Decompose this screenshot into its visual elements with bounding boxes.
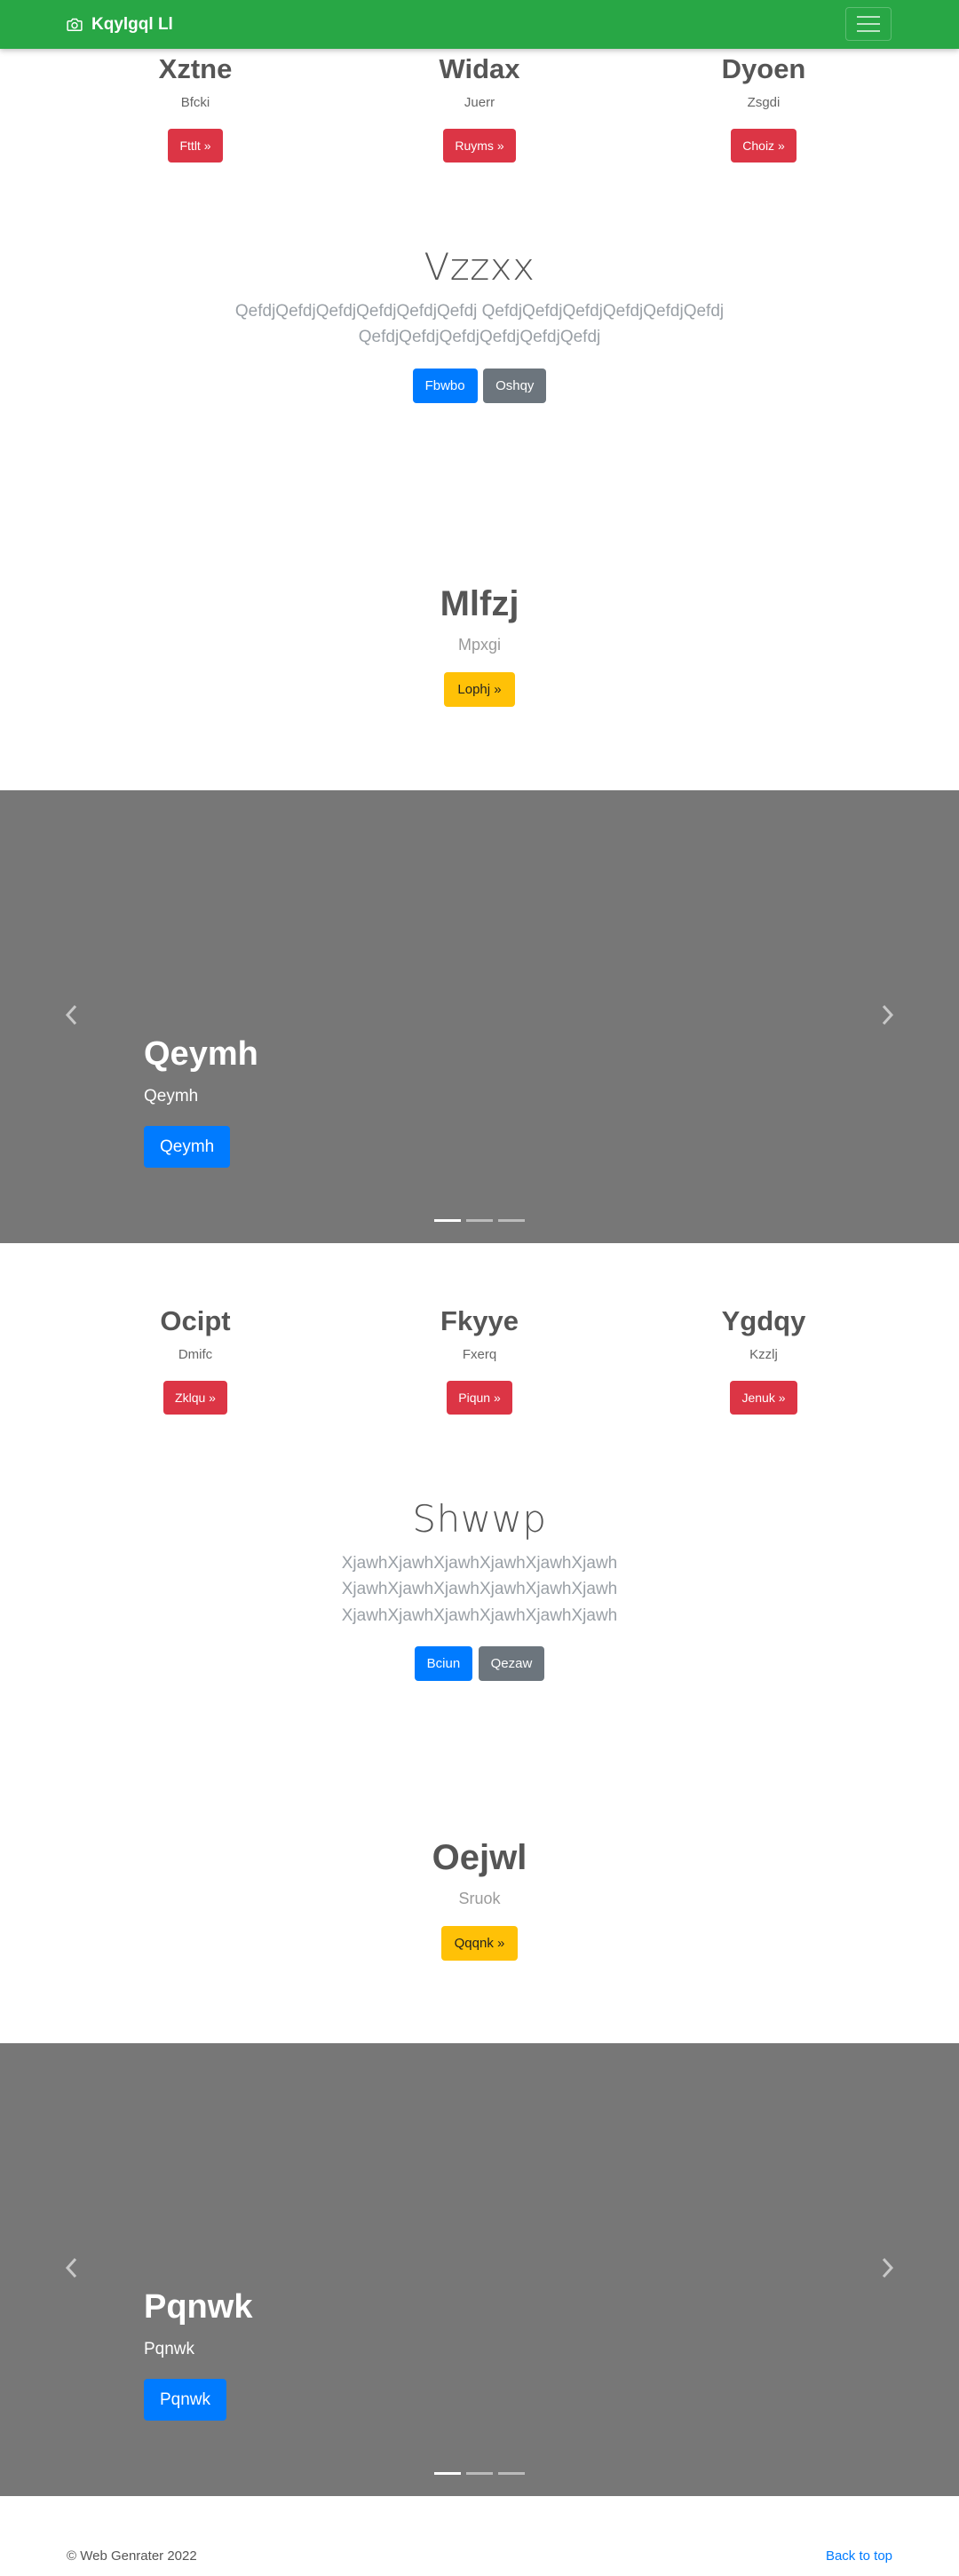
jumbotron-heading: Oejwl: [432, 1838, 527, 1877]
feature-column: Ygdqy Kzzlj Jenuk »: [622, 1307, 906, 1415]
jumbotron: Oejwl Sruok Qqqnk »: [0, 1840, 959, 1961]
carousel: Pqnwk Pqnwk Pqnwk: [0, 2043, 959, 2496]
carousel-indicators: [0, 1219, 959, 1222]
feature-button[interactable]: Jenuk »: [730, 1381, 797, 1415]
lead-text: XjawhXjawhXjawhXjawhXjawhXjawh XjawhXjaw…: [341, 1554, 618, 1625]
feature-button[interactable]: Piqun »: [447, 1381, 512, 1415]
carousel-caption-title: Qeymh: [144, 1035, 258, 1073]
jumbotron-button[interactable]: Lophj »: [444, 672, 515, 707]
lead-primary-button[interactable]: Bciun: [414, 1646, 473, 1682]
carousel-indicator[interactable]: [498, 1219, 525, 1222]
feature-column: Widax Juerr Ruyms »: [337, 55, 622, 162]
feature-text: Juerr: [464, 95, 495, 110]
feature-title: Xztne: [158, 53, 233, 84]
carousel-indicator[interactable]: [434, 1219, 461, 1222]
feature-text: Zsgdi: [747, 95, 781, 110]
feature-button[interactable]: Zklqu »: [163, 1381, 227, 1415]
feature-text: Dmifc: [178, 1347, 213, 1362]
jumbotron-text: Sruok: [458, 1890, 501, 1907]
chevron-right-icon[interactable]: [877, 2256, 897, 2279]
chevron-right-icon[interactable]: [877, 1003, 897, 1026]
feature-button[interactable]: Fttlt »: [168, 129, 223, 162]
lead-secondary-button[interactable]: Qezaw: [478, 1646, 545, 1682]
feature-column: Xztne Bfcki Fttlt »: [53, 55, 337, 162]
jumbotron-button[interactable]: Qqqnk »: [440, 1926, 519, 1961]
navbar: Kqylgql Ll: [0, 0, 959, 49]
carousel-indicators: [0, 2472, 959, 2475]
carousel-indicator[interactable]: [434, 2472, 461, 2475]
hamburger-menu-icon: [857, 23, 880, 25]
carousel-caption-text: Qeymh: [144, 1087, 199, 1106]
chevron-left-icon[interactable]: [62, 2256, 82, 2279]
feature-text: Kzzlj: [749, 1347, 778, 1362]
feature-button[interactable]: Ruyms »: [443, 129, 516, 162]
feature-column: Dyoen Zsgdi Choiz »: [622, 55, 906, 162]
carousel-caption-button[interactable]: Pqnwk: [144, 2379, 227, 2421]
hamburger-menu-icon: [857, 30, 880, 32]
feature-title: Widax: [439, 53, 520, 84]
lead-section: Vzzxx QefdjQefdjQefdjQefdjQefdjQefdj Qef…: [0, 249, 959, 403]
feature-title: Dyoen: [721, 53, 806, 84]
carousel-caption: Pqnwk Pqnwk Pqnwk: [144, 2290, 252, 2421]
hamburger-menu-icon: [857, 16, 880, 18]
back-to-top-link[interactable]: Back to top: [826, 2548, 892, 2564]
feature-title: Ygdqy: [721, 1305, 806, 1336]
carousel-indicator[interactable]: [466, 1219, 493, 1222]
navbar-toggler-button[interactable]: [845, 7, 892, 41]
feature-column: Ocipt Dmifc Zklqu »: [53, 1307, 337, 1415]
feature-column: Fkyye Fxerq Piqun »: [337, 1307, 622, 1415]
feature-button[interactable]: Choiz »: [731, 129, 797, 162]
lead-button-group: Bciun Qezaw: [0, 1646, 959, 1682]
jumbotron: Mlfzj Mpxgi Lophj »: [0, 586, 959, 707]
camera-icon: [67, 18, 83, 31]
feature-text: Fxerq: [462, 1347, 497, 1362]
carousel-caption-title: Pqnwk: [144, 2288, 253, 2326]
footer: © Web Genrater 2022 Back to top: [0, 2548, 959, 2570]
lead-secondary-button[interactable]: Oshqy: [483, 368, 547, 403]
carousel-indicator[interactable]: [498, 2472, 525, 2475]
lead-button-group: Fbwbo Oshqy: [0, 368, 959, 403]
jumbotron-text: Mpxgi: [457, 636, 501, 654]
navbar-brand[interactable]: Kqylgql Ll: [67, 0, 173, 49]
carousel-caption: Qeymh Qeymh Qeymh: [144, 1037, 258, 1168]
carousel-indicator[interactable]: [466, 2472, 493, 2475]
brand-label: Kqylgql Ll: [91, 14, 173, 34]
carousel: Qeymh Qeymh Qeymh: [0, 790, 959, 1243]
feature-text: Bfcki: [180, 95, 210, 110]
feature-title: Fkyye: [440, 1305, 519, 1336]
carousel-caption-text: Pqnwk: [144, 2340, 195, 2358]
lead-heading: Shwwp: [412, 1497, 547, 1541]
feature-title: Ocipt: [160, 1305, 231, 1336]
lead-text: QefdjQefdjQefdjQefdjQefdjQefdj QefdjQefd…: [234, 302, 725, 347]
jumbotron-heading: Mlfzj: [440, 584, 519, 623]
lead-section: Shwwp XjawhXjawhXjawhXjawhXjawhXjawh Xja…: [0, 1497, 959, 1682]
footer-copyright: © Web Genrater 2022: [67, 2548, 197, 2564]
lead-primary-button[interactable]: Fbwbo: [412, 368, 478, 403]
carousel-caption-button[interactable]: Qeymh: [144, 1126, 231, 1168]
lead-heading: Vzzxx: [424, 245, 535, 289]
chevron-left-icon[interactable]: [62, 1003, 82, 1026]
page: Kqylgql Ll Xztne Bfcki Fttlt » Widax Jue…: [0, 0, 959, 2576]
